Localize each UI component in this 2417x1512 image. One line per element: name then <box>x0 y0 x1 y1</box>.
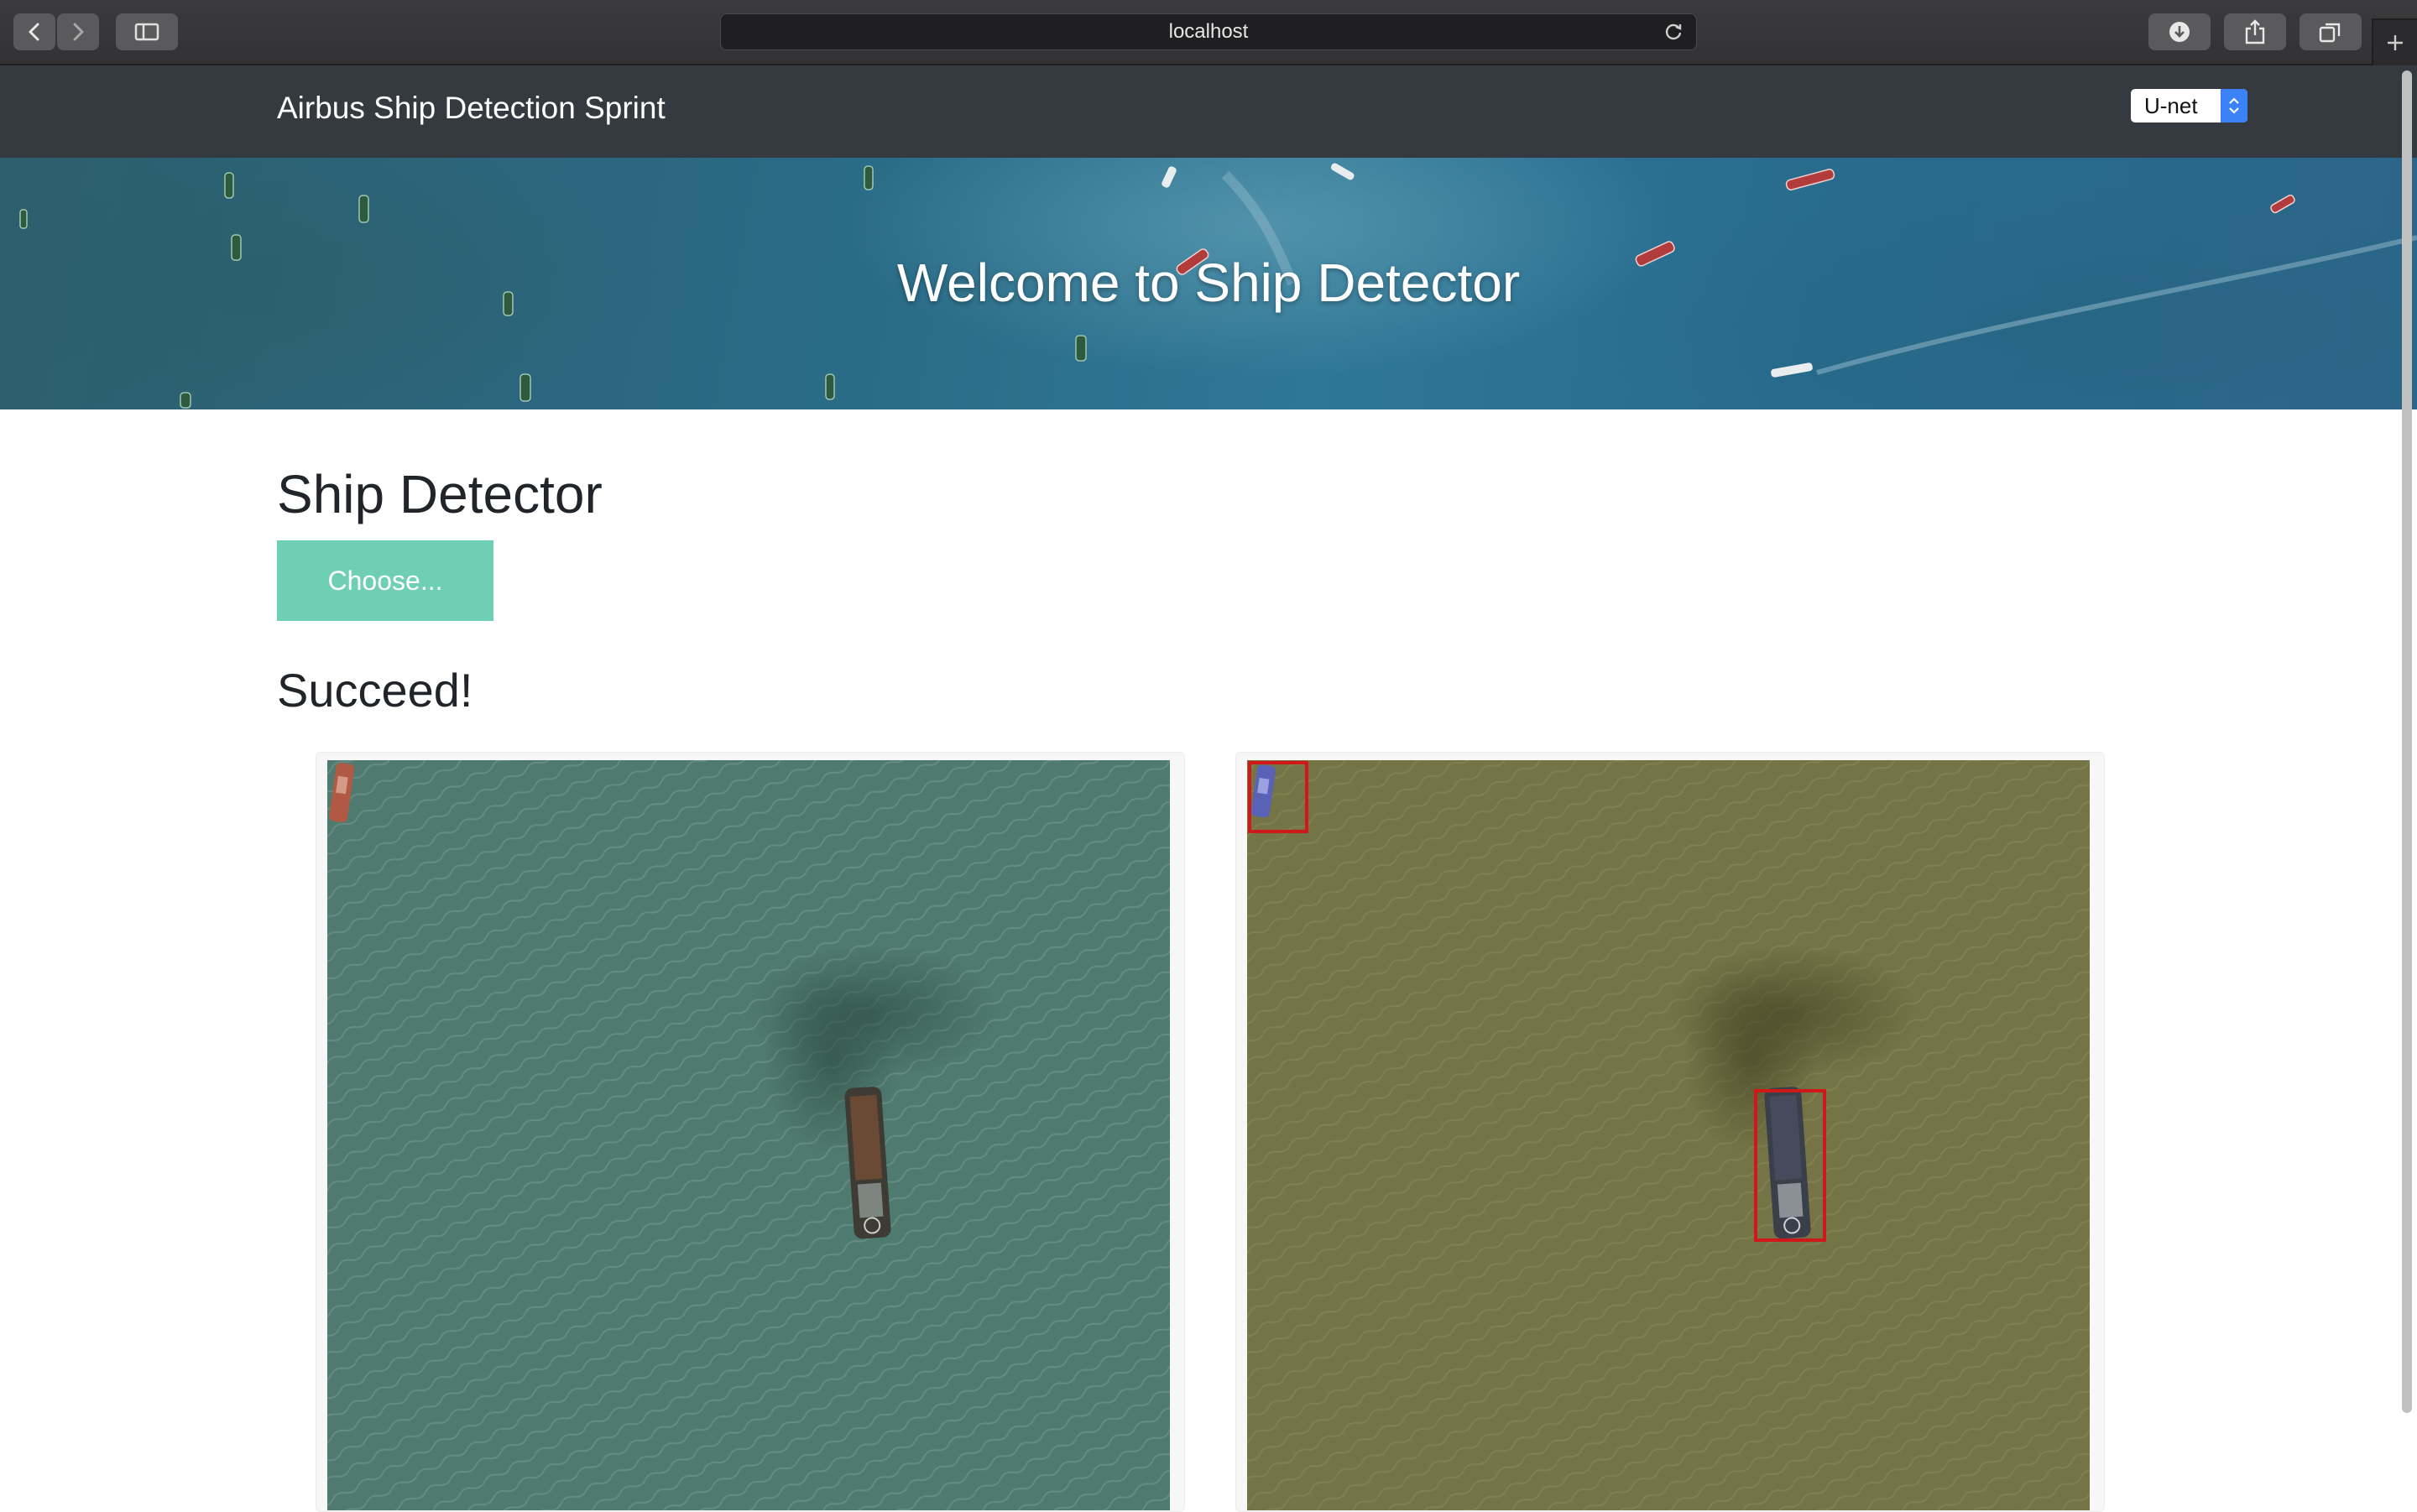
hero-banner: Welcome to Ship Detector <box>0 158 2417 409</box>
share-button[interactable] <box>2224 13 2286 50</box>
hero-title: Welcome to Ship Detector <box>896 253 1521 313</box>
choose-file-button[interactable]: Choose... <box>277 540 493 621</box>
sidebar-icon <box>134 23 159 41</box>
plus-icon <box>2388 35 2403 50</box>
model-select[interactable]: U-net <box>2131 89 2247 123</box>
forward-button[interactable] <box>57 13 99 50</box>
page-scrollbar[interactable] <box>2402 70 2412 1413</box>
back-icon <box>29 23 39 41</box>
address-bar[interactable]: localhost <box>720 13 1697 50</box>
back-button[interactable] <box>13 13 55 50</box>
url-text: localhost <box>1168 20 1249 43</box>
navbar: Airbus Ship Detection Sprint U-net <box>0 65 2417 158</box>
status-message: Succeed! <box>277 664 473 717</box>
select-arrows-icon <box>2221 89 2247 123</box>
sidebar-button[interactable] <box>116 13 178 50</box>
tabs-icon <box>2319 23 2341 43</box>
download-button[interactable] <box>2148 13 2211 50</box>
new-tab-button[interactable] <box>2372 18 2417 65</box>
browser-toolbar: localhost <box>0 0 2417 65</box>
brand-title[interactable]: Airbus Ship Detection Sprint <box>277 91 666 126</box>
original-image <box>327 760 1170 1510</box>
forward-icon <box>73 23 84 41</box>
reload-icon[interactable] <box>1664 22 1684 42</box>
share-icon <box>2245 19 2265 44</box>
detected-image <box>1247 760 2090 1510</box>
download-icon <box>2169 22 2190 42</box>
model-select-value: U-net <box>2144 92 2198 118</box>
page-title: Ship Detector <box>277 464 603 524</box>
tabs-overview-button[interactable] <box>2300 13 2362 50</box>
